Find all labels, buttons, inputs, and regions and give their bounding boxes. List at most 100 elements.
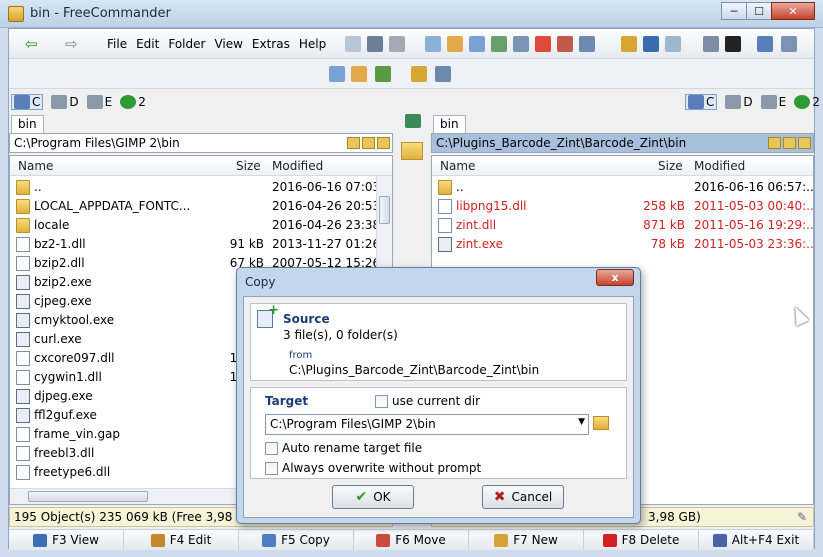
history-icon[interactable]	[768, 137, 781, 149]
file-row[interactable]: LOCAL_APPDATA_FONTC... 2016-04-26 20:53:.…	[10, 197, 392, 216]
menu-edit[interactable]: Edit	[136, 37, 159, 51]
drive-e-icon	[86, 95, 103, 109]
left-tab[interactable]: bin	[11, 115, 44, 133]
column-modified[interactable]: Modified	[272, 159, 323, 173]
file-name: zint.dll	[456, 218, 497, 232]
dialog-close-button[interactable]: x	[596, 269, 634, 286]
fkey-button[interactable]: F5 Copy	[239, 530, 354, 550]
drive-d[interactable]: D	[51, 95, 79, 109]
folder-icon	[16, 180, 30, 195]
menu-help[interactable]: Help	[299, 37, 326, 51]
delete-icon[interactable]	[535, 36, 551, 52]
target-path-combobox[interactable]: C:\Program Files\GIMP 2\bin ▼	[265, 414, 589, 435]
move-icon[interactable]	[491, 36, 507, 52]
back-arrow-icon[interactable]: ⇦	[25, 35, 38, 53]
properties-icon[interactable]	[557, 36, 573, 52]
folder-tree-icon[interactable]	[377, 137, 390, 149]
filter-icon[interactable]: ✎	[797, 510, 807, 524]
chevron-down-icon[interactable]: ▼	[578, 417, 585, 427]
drive-d[interactable]: D	[725, 95, 753, 109]
left-path-bar[interactable]: C:\Program Files\GIMP 2\bin	[9, 133, 393, 153]
dialog-title: Copy	[245, 275, 276, 289]
column-name[interactable]: Name	[440, 159, 475, 173]
maximize-button[interactable]: ☐	[746, 2, 772, 20]
network-icon[interactable]	[435, 66, 451, 82]
use-current-dir-label: use current dir	[392, 394, 481, 408]
drive-ftp[interactable]: 2	[794, 95, 820, 109]
folder-icon	[16, 199, 30, 214]
drive-e[interactable]: E	[86, 95, 112, 109]
bookmark-icon[interactable]	[411, 66, 427, 82]
title-bar: bin - FreeCommander ─ ☐ ✕	[0, 0, 823, 28]
paste-icon[interactable]	[389, 36, 405, 52]
drive-ftp[interactable]: 2	[120, 95, 146, 109]
forward-arrow-icon[interactable]: ⇨	[65, 35, 78, 53]
tools-icon[interactable]	[781, 36, 797, 52]
drive-e[interactable]: E	[760, 95, 786, 109]
pack-icon[interactable]	[621, 36, 637, 52]
column-size[interactable]: Size	[658, 159, 683, 173]
edit-icon[interactable]	[447, 36, 463, 52]
browse-folder-icon[interactable]	[593, 416, 609, 430]
menu-view[interactable]: View	[214, 37, 242, 51]
equal-folder-icon[interactable]	[401, 142, 423, 160]
column-size[interactable]: Size	[236, 159, 261, 173]
fkey-button[interactable]: F7 New	[469, 530, 584, 550]
menu-folder[interactable]: Folder	[168, 37, 205, 51]
history-icon[interactable]	[347, 137, 360, 149]
left-path: C:\Program Files\GIMP 2\bin	[14, 136, 180, 150]
copy-icon[interactable]	[345, 36, 361, 52]
console-icon[interactable]	[725, 36, 741, 52]
unpack-icon[interactable]	[643, 36, 659, 52]
checksum-icon[interactable]	[665, 36, 681, 52]
file-row[interactable]: .. 2016-06-16 06:57:..	[432, 178, 813, 197]
column-modified[interactable]: Modified	[694, 159, 745, 173]
use-current-dir-checkbox[interactable]	[375, 395, 388, 408]
fkey-icon	[602, 533, 617, 547]
drive-icon[interactable]	[703, 36, 719, 52]
column-name[interactable]: Name	[18, 159, 53, 173]
menu-extras[interactable]: Extras	[252, 37, 290, 51]
scroll-thumb[interactable]	[379, 196, 390, 224]
close-button[interactable]: ✕	[771, 2, 815, 20]
ok-button[interactable]: ✔ OK	[332, 485, 414, 509]
file-row[interactable]: zint.dll 871 kB 2011-05-16 19:29:..	[432, 216, 813, 235]
source-label: Source	[283, 312, 330, 326]
file-row[interactable]: libpng15.dll 258 kB 2011-05-03 00:40:..	[432, 197, 813, 216]
cut-icon[interactable]	[367, 36, 383, 52]
view-icon[interactable]	[425, 36, 441, 52]
fkey-button[interactable]: Alt+F4 Exit	[699, 530, 814, 550]
fkey-button[interactable]: F3 View	[9, 530, 124, 550]
right-tab[interactable]: bin	[433, 115, 466, 133]
favorites-icon[interactable]	[375, 66, 391, 82]
menu-file[interactable]: File	[107, 37, 127, 51]
folder-up-icon[interactable]	[783, 137, 796, 149]
fkey-button[interactable]: F6 Move	[354, 530, 469, 550]
file-name: bz2-1.dll	[34, 237, 86, 251]
scroll-thumb[interactable]	[28, 491, 148, 502]
swap-panels-icon[interactable]	[405, 114, 421, 128]
fkey-label: F8 Delete	[621, 533, 680, 547]
file-row[interactable]: bz2-1.dll 91 kB 2013-11-27 01:26:..	[10, 235, 392, 254]
copy-file-icon[interactable]	[469, 36, 485, 52]
multi-rename-icon[interactable]	[351, 66, 367, 82]
settings-icon[interactable]	[757, 36, 773, 52]
cancel-button[interactable]: ✖ Cancel	[482, 485, 564, 509]
always-overwrite-checkbox[interactable]	[265, 462, 278, 475]
minimize-button[interactable]: ─	[721, 2, 747, 20]
folder-up-icon[interactable]	[362, 137, 375, 149]
fkey-button[interactable]: F4 Edit	[124, 530, 239, 550]
drive-c[interactable]: C	[685, 94, 718, 110]
rename-icon[interactable]	[513, 36, 529, 52]
folder-sync-icon[interactable]	[329, 66, 345, 82]
fkey-button[interactable]: F8 Delete	[584, 530, 699, 550]
drive-c[interactable]: C	[11, 94, 44, 110]
right-path-bar[interactable]: C:\Plugins_Barcode_Zint\Barcode_Zint\bin	[431, 133, 814, 153]
file-row[interactable]: zint.exe 78 kB 2011-05-03 23:36:..	[432, 235, 813, 254]
auto-rename-checkbox[interactable]	[265, 442, 278, 455]
folder-tree-icon[interactable]	[798, 137, 811, 149]
file-row[interactable]: locale 2016-04-26 23:38:..	[10, 216, 392, 235]
search-icon[interactable]	[579, 36, 595, 52]
file-name: locale	[34, 218, 70, 232]
file-row[interactable]: .. 2016-06-16 07:03:..	[10, 178, 392, 197]
